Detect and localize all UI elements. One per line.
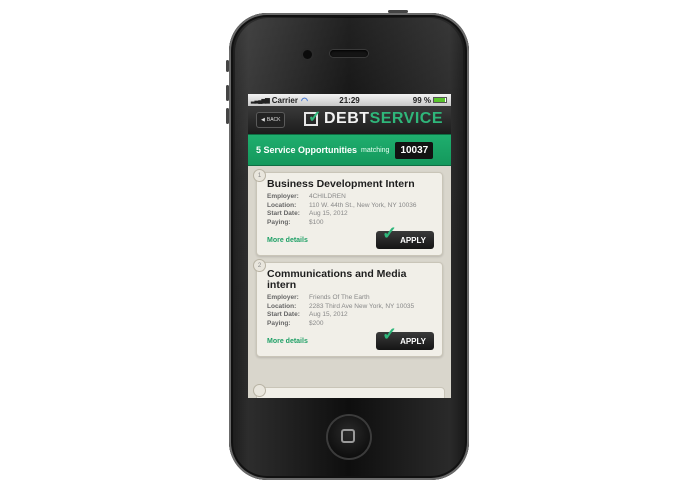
employer-row: Employer: Friends Of The Earth [267,294,434,303]
phone-screen: ▂▃▄▅▆ Carrier ◠ 21:29 99 % ◀ BACK ✓ DEBT… [248,94,451,398]
card-number: 2 [253,259,266,272]
start-date-label: Start Date: [267,311,300,318]
opportunity-title[interactable]: Communications and Media intern [267,269,434,291]
battery-indicator: 99 % [413,96,447,105]
card-number [253,384,266,397]
start-date-row: Start Date: Aug 15, 2012 [267,311,434,320]
start-date-row: Start Date: Aug 15, 2012 [267,210,434,219]
opportunity-card: 1 Business Development Intern Employer: 4… [253,169,443,256]
matching-label: matching [361,146,390,154]
employer-label: Employer: [267,193,299,200]
results-banner: 5 Service Opportunities matching 10037 [248,134,451,166]
earpiece-speaker [330,50,368,57]
more-details-link[interactable]: More details [267,237,308,244]
location-value: 110 W. 44th St., New York, NY 10036 [309,201,417,209]
results-count: 5 Service Opportunities [256,145,358,155]
checkmark-icon: ✓ [382,223,398,243]
location-row: Location: 110 W. 44th St., New York, NY 1… [267,202,434,211]
battery-icon [433,97,447,103]
logo-debt: DEBT [324,110,370,127]
nav-bar: ◀ BACK ✓ DEBTSERVICE [248,106,451,134]
chevron-left-icon: ◀ [261,117,265,123]
paying-value: $200 [309,319,324,327]
front-camera [303,50,312,59]
opportunity-card: 2 Communications and Media intern Employ… [253,259,443,357]
checkbox-icon: ✓ [304,109,321,126]
location-label: Location: [267,302,297,310]
checkmark-icon: ✓ [382,324,398,344]
employer-row: Employer: 4CHILDREN [267,193,434,202]
paying-row: Paying: $200 [267,320,434,329]
paying-label: Paying: [267,319,291,327]
location-row: Location: 2283 Third Ave New York, NY 100… [267,303,434,312]
paying-row: Paying: $100 [267,219,434,228]
apply-button[interactable]: ✓ APPLY [376,324,434,350]
logo-text: DEBTSERVICE [324,110,443,128]
apply-button[interactable]: ✓ APPLY [376,223,434,249]
back-label: BACK [266,117,281,123]
start-date-label: Start Date: [267,210,300,217]
zip-code-badge[interactable]: 10037 [395,141,434,159]
home-square-icon [341,429,355,443]
power-button [388,10,408,13]
apply-label: APPLY [400,336,426,346]
opportunity-title[interactable]: Business Development Intern [267,179,434,190]
logo-service: SERVICE [369,110,444,127]
paying-value: $100 [309,218,324,226]
location-value: 2283 Third Ave New York, NY 10035 [309,302,415,310]
back-button[interactable]: ◀ BACK [256,112,286,128]
start-date-value: Aug 15, 2012 [309,210,348,217]
more-details-link[interactable]: More details [267,338,308,345]
checkmark-icon: ✓ [308,109,322,126]
card-number: 1 [253,169,266,182]
status-bar: ▂▃▄▅▆ Carrier ◠ 21:29 99 % [248,94,451,106]
volume-up-button [226,85,229,101]
volume-down-button [226,108,229,124]
start-date-value: Aug 15, 2012 [309,311,348,318]
employer-label: Employer: [267,294,299,301]
employer-value: 4CHILDREN [309,193,346,200]
battery-percent: 99 % [412,95,431,105]
app-logo: ✓ DEBTSERVICE [304,109,443,128]
card-footer: More details ✓ APPLY [267,223,434,249]
apply-label: APPLY [400,235,426,245]
mute-switch [226,60,229,72]
opportunity-list: 1 Business Development Intern Employer: 4… [248,166,451,357]
opportunity-card-partial [253,384,445,398]
paying-label: Paying: [267,218,291,226]
card-footer: More details ✓ APPLY [267,324,434,350]
location-label: Location: [267,201,297,209]
employer-value: Friends Of The Earth [309,294,370,301]
